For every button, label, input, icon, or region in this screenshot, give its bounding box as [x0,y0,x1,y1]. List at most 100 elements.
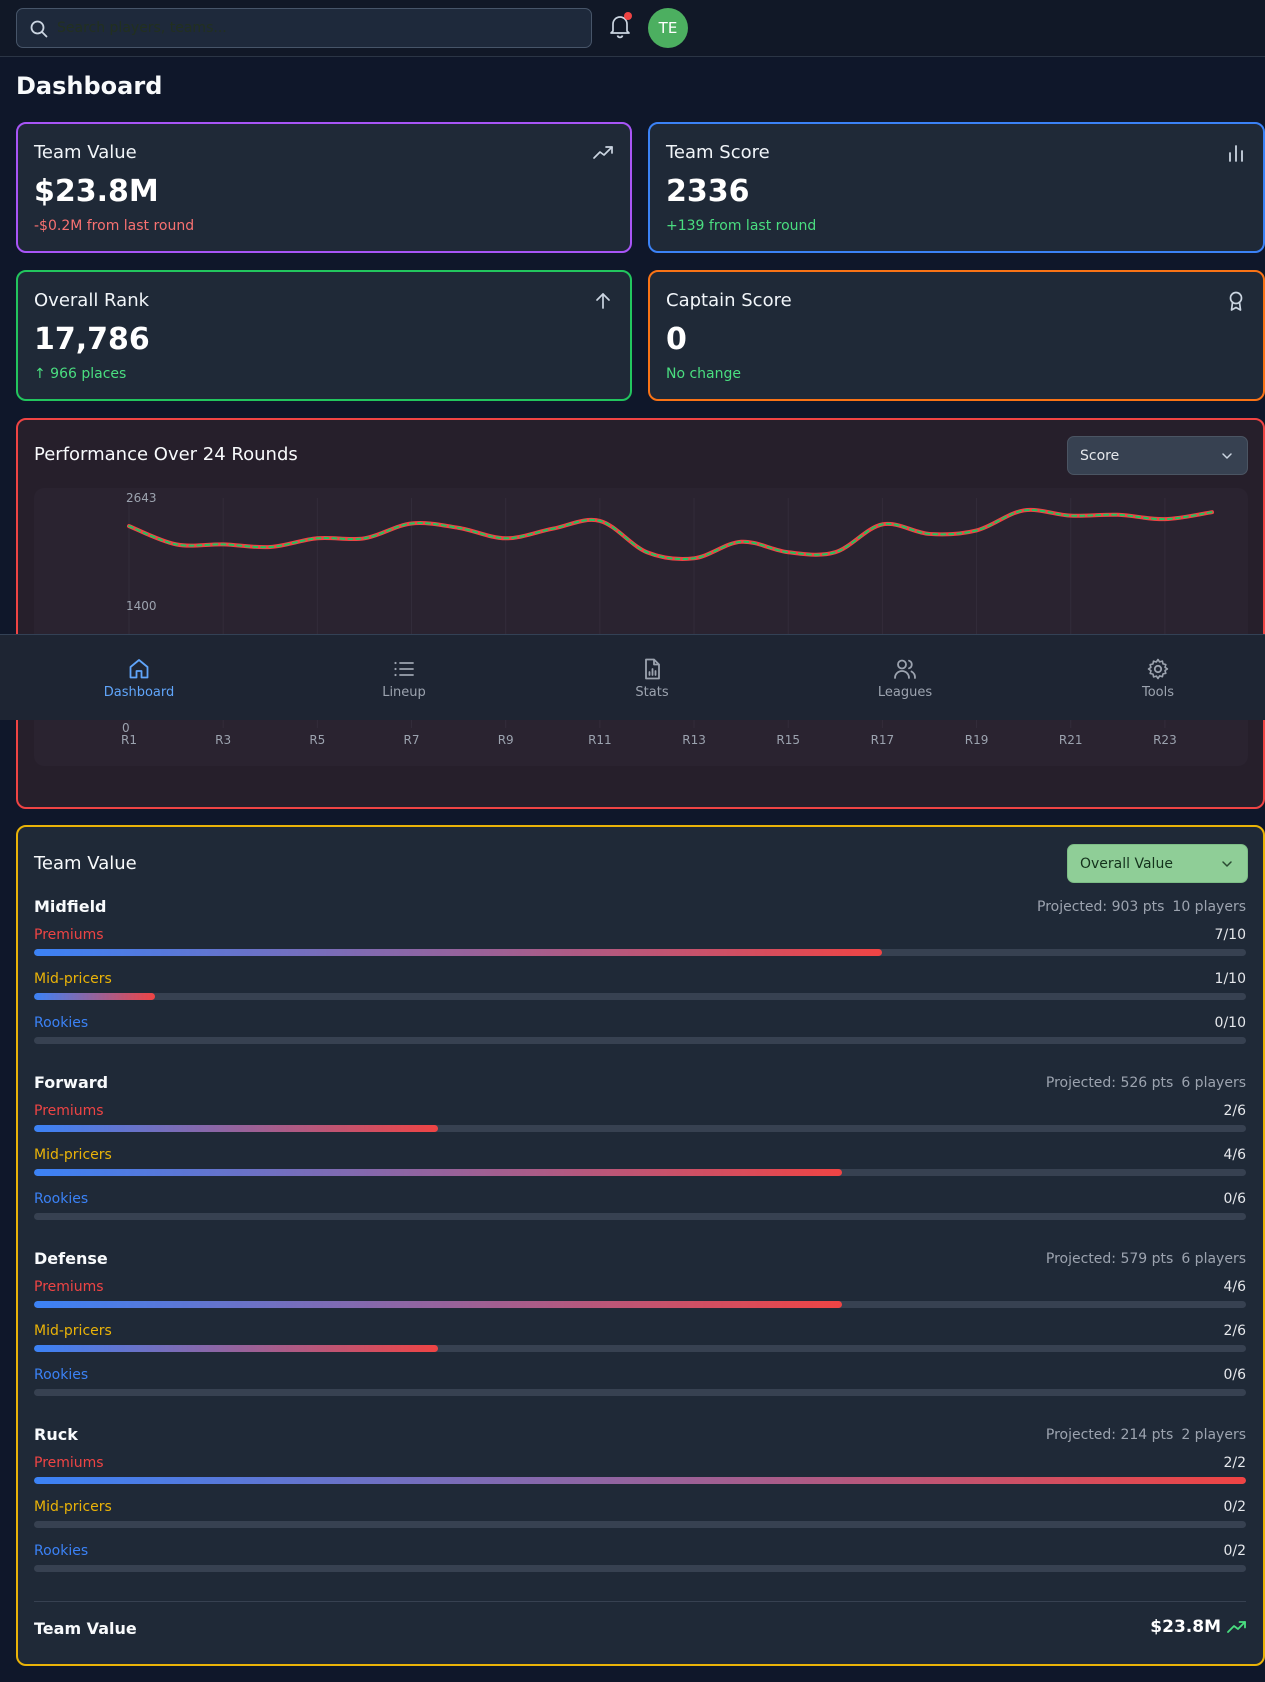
file-chart-icon [645,658,660,680]
tier-label: Premiums [34,1279,104,1295]
tier-count: 0/2 [1223,1543,1246,1559]
data-point [692,556,696,560]
stat-label: Team Score [666,142,770,163]
progress-fill [34,1345,438,1352]
progress-track [34,1301,1246,1308]
section-meta: Projected: 526 pts 6 players [1046,1075,1246,1091]
value-type-select-value: Overall Value [1080,855,1173,872]
tier-label: Rookies [34,1015,89,1031]
chart-title: Performance Over 24 Rounds [34,444,298,465]
data-point [315,536,319,540]
data-point [362,536,366,540]
progress-track [34,1213,1246,1220]
tier-label: Mid-pricers [34,1323,112,1339]
x-tick-label: R3 [215,733,231,747]
x-tick-label: R17 [871,733,895,747]
projected-points: Projected: 903 pts [1037,899,1165,915]
tier-row: Rookies 0/6 [34,1191,1246,1235]
team-value-title: Team Value [34,853,137,874]
data-point [975,528,979,532]
home-icon [129,659,149,679]
section-title: Forward [34,1073,109,1092]
data-point [880,522,884,526]
tier-row: Mid-pricers 0/2 [34,1499,1246,1543]
x-tick-label: R9 [498,733,514,747]
nav-label: Stats [635,685,669,700]
progress-fill [34,1169,843,1176]
stat-value: $23.8M [34,174,159,209]
nav-leagues[interactable]: Leagues [845,635,965,721]
page-title: Dashboard [16,72,163,100]
tier-row: Premiums 7/10 [34,927,1246,971]
data-point [410,521,414,525]
nav-dashboard[interactable]: Dashboard [79,635,199,721]
search-input[interactable] [57,9,577,47]
team-value-total: $23.8M [1150,1617,1247,1637]
score-line-shadow [127,507,1214,561]
projected-points: Projected: 214 pts [1045,1427,1174,1443]
projected-points: Projected: 579 pts [1045,1251,1174,1267]
stat-value: 0 [666,322,687,357]
progress-track [34,949,1246,956]
x-tick-label: R19 [965,733,989,747]
stat-value: 2336 [666,174,750,209]
tier-count: 2/6 [1223,1103,1246,1119]
nav-label: Tools [1141,685,1175,700]
progress-track [34,1125,1246,1132]
overall-rank-card: Overall Rank 17,786 ↑ 966 places [16,270,632,401]
tier-count: 4/6 [1223,1279,1246,1295]
team-value-breakdown-card: Team Value Overall Value Midfield Project… [16,825,1265,1666]
position-section-ruck: Ruck Projected: 214 pts 2 players Premiums 2… [34,1425,1246,1595]
avatar[interactable]: TE [648,8,688,48]
gear-icon [1147,658,1169,680]
tier-count: 7/10 [1214,927,1246,943]
list-icon [394,661,414,677]
tier-row: Mid-pricers 1/10 [34,971,1246,1015]
section-title: Defense [34,1249,108,1268]
x-tick-label: R13 [682,733,706,747]
data-point [551,527,555,531]
tier-row: Mid-pricers 4/6 [34,1147,1246,1191]
progress-track [34,1345,1246,1352]
nav-stats[interactable]: Stats [592,635,712,721]
score-line [128,508,1213,560]
nav-label: Dashboard [103,685,175,700]
tier-row: Rookies 0/6 [34,1367,1246,1411]
value-type-select[interactable]: Overall Value [1067,844,1248,883]
tier-label: Premiums [34,927,104,943]
tier-row: Rookies 0/10 [34,1015,1246,1059]
data-point [833,550,837,554]
stat-change: -$0.2M from last round [34,218,195,234]
data-point [221,542,225,546]
nav-lineup[interactable]: Lineup [344,635,464,721]
nav-tools[interactable]: Tools [1098,635,1218,721]
divider [34,1601,1246,1602]
section-meta: Projected: 579 pts 6 players [1046,1251,1246,1267]
data-point [1163,517,1167,521]
tier-label: Rookies [34,1191,89,1207]
stat-label: Team Value [34,142,137,163]
progress-fill [34,1477,1246,1484]
captain-score-card: Captain Score 0 No change [648,270,1265,401]
data-point [457,526,461,530]
data-point [786,550,790,554]
notifications-button[interactable] [607,12,633,40]
player-count: 6 players [1181,1075,1246,1091]
users-icon [894,659,916,679]
progress-fill [34,949,883,956]
team-value-total-value: $23.8M [1150,1617,1221,1637]
stat-value: 17,786 [34,322,150,357]
trending-up-icon [593,146,613,159]
trending-up-icon [1227,1621,1246,1633]
tier-count: 0/6 [1223,1367,1246,1383]
metric-select[interactable]: Score [1067,436,1248,475]
tier-label: Premiums [34,1103,104,1119]
tier-row: Mid-pricers 2/6 [34,1323,1246,1367]
x-tick-label: R5 [309,733,325,747]
team-value-total-label: Team Value [34,1619,137,1638]
notification-badge [624,12,632,20]
search-box[interactable] [16,8,592,48]
y-tick-label: 1400 [126,599,157,613]
performance-card: Performance Over 24 Rounds Score 2643 140… [16,418,1265,809]
team-score-card: Team Score 2336 +139 from last round [648,122,1265,253]
